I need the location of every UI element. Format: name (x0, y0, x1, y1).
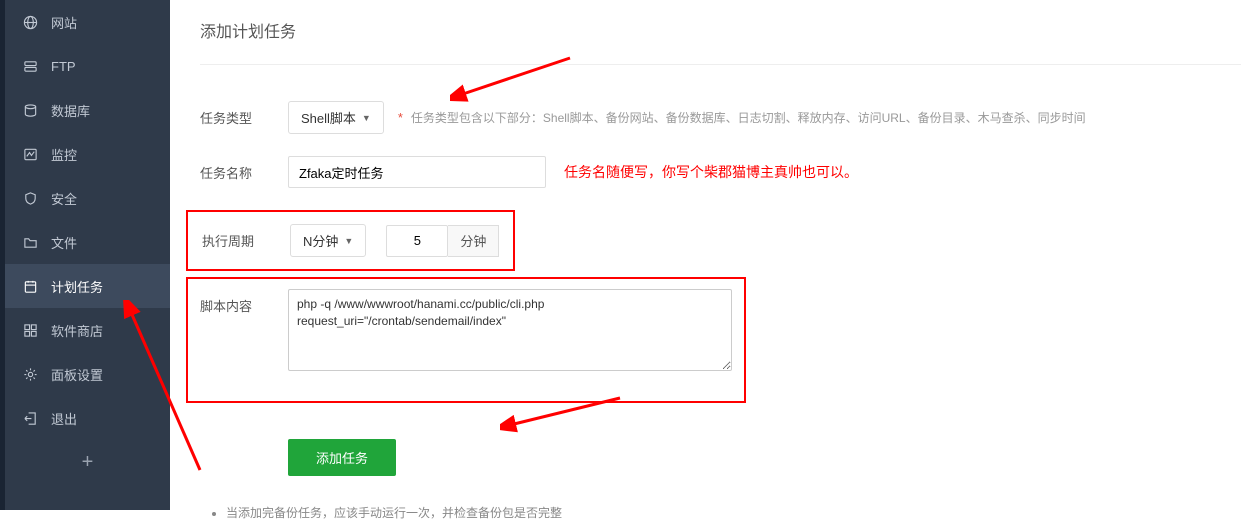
sidebar: 网站 FTP 数据库 监控 安全 文件 计划任务 软件商店 (0, 0, 170, 510)
cron-form: 任务类型 Shell脚本 ▼ * 任务类型包含以下部分：Shell脚本、备份网站… (200, 65, 1241, 476)
row-task-type: 任务类型 Shell脚本 ▼ * 任务类型包含以下部分：Shell脚本、备份网站… (200, 101, 1241, 134)
caret-down-icon: ▼ (362, 113, 371, 123)
row-period: 执行周期 N分钟 ▼ 分钟 (200, 210, 1241, 271)
sidebar-item-files[interactable]: 文件 (5, 220, 170, 264)
gear-icon (23, 367, 45, 382)
tips-list: 当添加完备份任务，应该手动运行一次，并检查备份包是否完整 (200, 504, 1241, 521)
main-content: 添加计划任务 任务类型 Shell脚本 ▼ * 任务类型包含以下部分：Shell… (170, 0, 1241, 510)
sidebar-item-appstore[interactable]: 软件商店 (5, 308, 170, 352)
apps-icon (23, 323, 45, 338)
sidebar-item-website[interactable]: 网站 (5, 0, 170, 44)
sidebar-item-label: FTP (51, 59, 76, 74)
sidebar-item-settings[interactable]: 面板设置 (5, 352, 170, 396)
plus-icon: + (82, 451, 94, 473)
script-highlight-box: 脚本内容 (186, 277, 746, 403)
caret-down-icon: ▼ (344, 236, 353, 246)
row-task-name: 任务名称 任务名随便写，你写个柴郡猫博主真帅也可以。 (200, 156, 1241, 188)
sidebar-item-label: 软件商店 (51, 321, 103, 340)
exit-icon (23, 411, 45, 426)
label-period: 执行周期 (202, 231, 290, 250)
sidebar-item-label: 退出 (51, 409, 77, 428)
folder-icon (23, 235, 45, 250)
sidebar-item-database[interactable]: 数据库 (5, 88, 170, 132)
label-task-type: 任务类型 (200, 101, 288, 127)
period-mode-select[interactable]: N分钟 ▼ (290, 224, 366, 257)
sidebar-item-ftp[interactable]: FTP (5, 44, 170, 88)
ftp-icon (23, 59, 45, 74)
period-unit: 分钟 (448, 225, 499, 257)
required-marker: * (398, 110, 403, 125)
task-type-value: Shell脚本 (301, 108, 356, 127)
sidebar-item-security[interactable]: 安全 (5, 176, 170, 220)
sidebar-item-label: 网站 (51, 13, 77, 32)
task-name-annotation: 任务名随便写，你写个柴郡猫博主真帅也可以。 (564, 162, 858, 182)
script-textarea[interactable] (288, 289, 732, 371)
label-task-name: 任务名称 (200, 156, 288, 182)
add-task-button[interactable]: 添加任务 (288, 439, 396, 476)
sidebar-item-label: 数据库 (51, 101, 90, 120)
task-name-input[interactable] (288, 156, 546, 188)
sidebar-item-label: 文件 (51, 233, 77, 252)
label-script: 脚本内容 (200, 289, 288, 371)
task-type-help: 任务类型包含以下部分：Shell脚本、备份网站、备份数据库、日志切割、释放内存、… (411, 109, 1086, 126)
globe-icon (23, 15, 45, 30)
row-script: 脚本内容 (200, 277, 1241, 403)
page-title: 添加计划任务 (200, 0, 1241, 65)
period-value-input[interactable] (386, 225, 448, 257)
period-highlight-box: 执行周期 N分钟 ▼ 分钟 (186, 210, 515, 271)
shield-icon (23, 191, 45, 206)
database-icon (23, 103, 45, 118)
sidebar-item-logout[interactable]: 退出 (5, 396, 170, 440)
task-type-select[interactable]: Shell脚本 ▼ (288, 101, 384, 134)
tip-item: 当添加完备份任务，应该手动运行一次，并检查备份包是否完整 (226, 504, 1241, 521)
row-submit: 添加任务 (200, 439, 1241, 476)
sidebar-item-label: 监控 (51, 145, 77, 164)
monitor-icon (23, 147, 45, 162)
sidebar-item-cron[interactable]: 计划任务 (5, 264, 170, 308)
sidebar-item-label: 计划任务 (51, 277, 103, 296)
sidebar-item-label: 安全 (51, 189, 77, 208)
calendar-icon (23, 279, 45, 294)
period-mode-value: N分钟 (303, 231, 338, 250)
sidebar-item-label: 面板设置 (51, 365, 103, 384)
sidebar-add-button[interactable]: + (5, 440, 170, 484)
sidebar-item-monitor[interactable]: 监控 (5, 132, 170, 176)
